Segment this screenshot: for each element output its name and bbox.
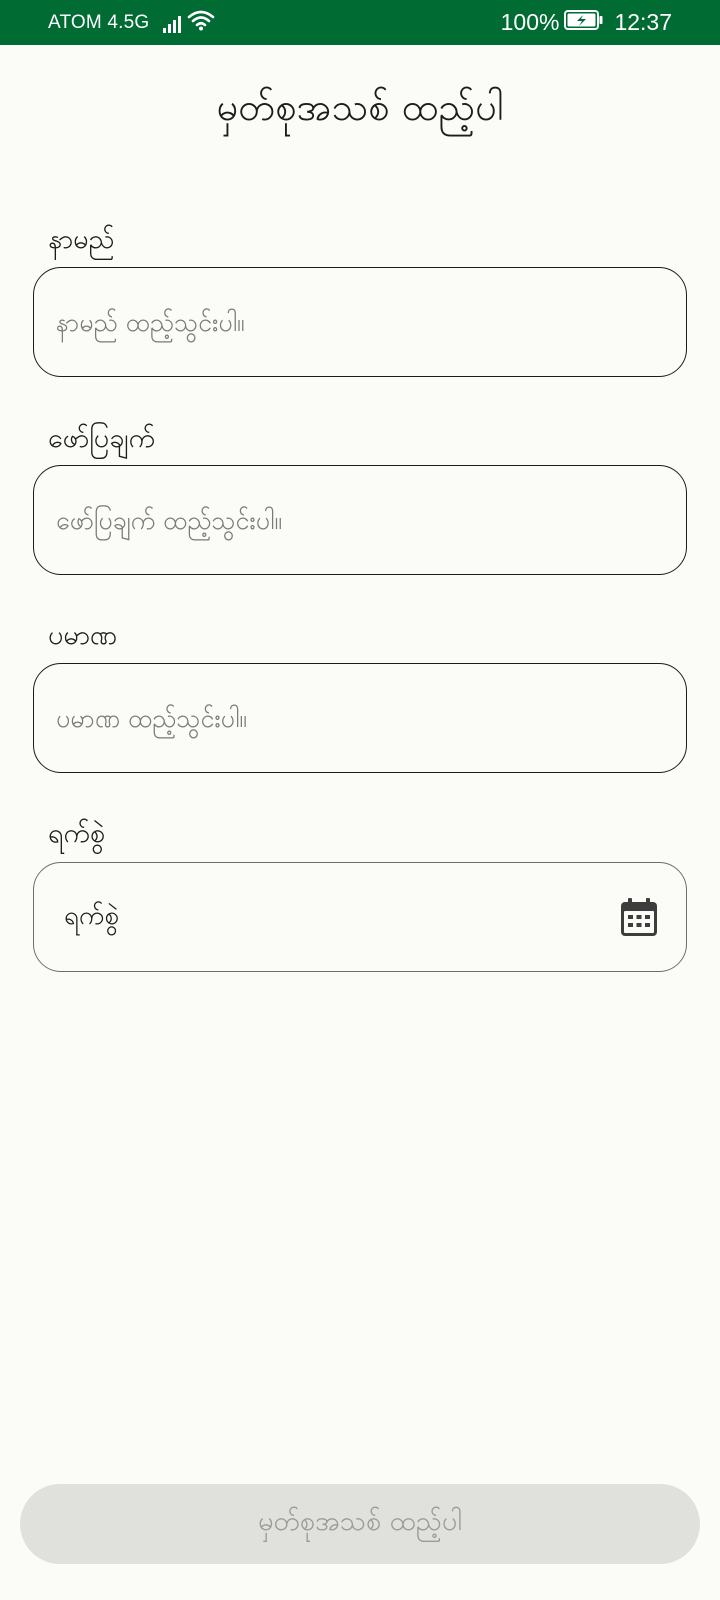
add-note-button[interactable]: မှတ်စုအသစ် ထည့်ပါ	[20, 1484, 700, 1564]
description-label: ဖော်ပြချက်	[48, 423, 155, 454]
date-picker-field[interactable]: ရက်စွဲ	[33, 862, 687, 972]
name-label: နာမည်	[48, 224, 115, 255]
battery-percent: 100%	[500, 9, 560, 35]
date-label: ရက်စွဲ	[48, 818, 106, 849]
carrier-label: ATOM 4.5G	[48, 11, 150, 33]
status-bar: ATOM 4.5G 100% 12:37	[0, 0, 720, 45]
name-input[interactable]	[33, 267, 687, 377]
battery-charging-icon	[564, 9, 604, 36]
page-title: မှတ်စုအသစ် ထည့်ပါ	[216, 85, 504, 129]
clock: 12:37	[614, 9, 672, 35]
amount-label: ပမာဏ	[48, 620, 118, 651]
signal-icon	[163, 13, 182, 33]
status-right: 100% 12:37	[501, 9, 672, 36]
status-left: ATOM 4.5G	[48, 9, 215, 36]
description-input[interactable]	[33, 465, 687, 575]
wifi-icon	[187, 9, 215, 36]
amount-input[interactable]	[33, 663, 687, 773]
calendar-icon[interactable]	[620, 897, 658, 937]
date-value: ရက်စွဲ	[64, 900, 119, 931]
